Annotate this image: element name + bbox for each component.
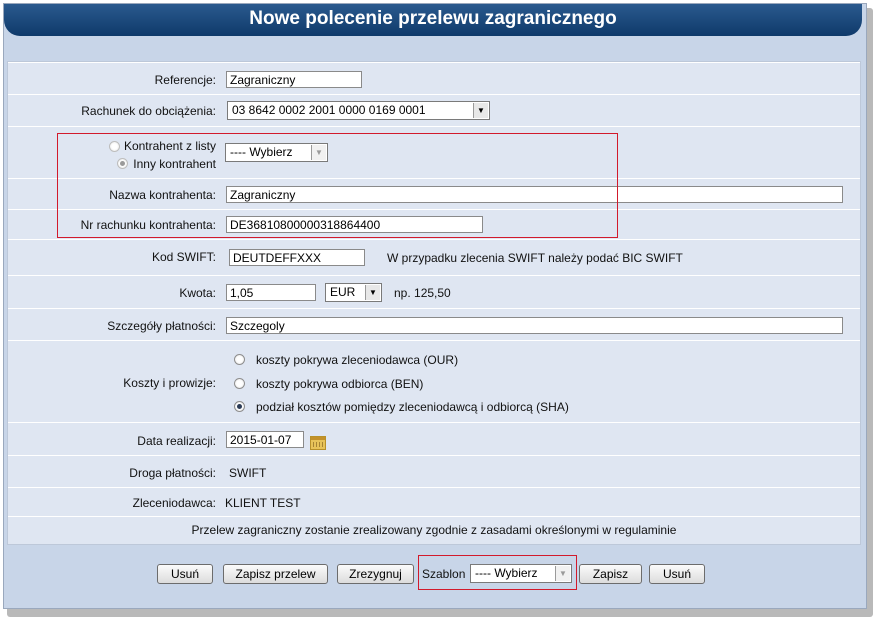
transfer-form-window: Nowe polecenie przelewu zagranicznego Re… <box>3 3 867 609</box>
rachunek-select-value: 03 8642 0002 2001 0000 0169 0001 <box>232 103 426 117</box>
rachunek-label: Rachunek do obciążenia: <box>81 104 216 118</box>
data-label: Data realizacji: <box>137 434 216 448</box>
row-szczegoly: Szczegóły płatności: Szczegoly <box>8 308 860 340</box>
kontrahent-select-value: ---- Wybierz <box>230 145 293 159</box>
droga-value: SWIFT <box>229 466 267 480</box>
title-bar: Nowe polecenie przelewu zagranicznego <box>4 4 862 36</box>
szczegoly-label: Szczegóły płatności: <box>107 319 216 333</box>
koszty-our-label: koszty pokrywa zleceniodawca (OUR) <box>256 353 459 367</box>
chevron-down-icon: ▼ <box>365 285 380 300</box>
calendar-icon[interactable] <box>310 436 326 450</box>
zapisz-button[interactable]: Zapisz <box>579 564 642 584</box>
nr-rachunku-input[interactable]: DE36810800000318864400 <box>226 216 483 233</box>
koszty-our-radio[interactable] <box>234 354 245 365</box>
data-input[interactable]: 2015-01-07 <box>226 431 304 448</box>
waluta-select[interactable]: EUR ▼ <box>325 283 382 302</box>
koszty-label: Koszty i prowizje: <box>123 376 216 390</box>
usun-button[interactable]: Usuń <box>157 564 213 584</box>
rachunek-select[interactable]: 03 8642 0002 2001 0000 0169 0001 ▼ <box>227 101 490 120</box>
szablon-label: Szablon <box>422 567 466 581</box>
row-nazwa: Nazwa kontrahenta: Zagraniczny <box>8 178 860 209</box>
szablon-select[interactable]: ---- Wybierz ▼ <box>470 564 572 583</box>
swift-input[interactable]: DEUTDEFFXXX <box>229 249 365 266</box>
zrezygnuj-button[interactable]: Zrezygnuj <box>337 564 414 584</box>
nazwa-input[interactable]: Zagraniczny <box>226 186 843 203</box>
regulamin-note: Przelew zagraniczny zostanie zrealizowan… <box>191 523 677 537</box>
usun-szablon-button[interactable]: Usuń <box>649 564 705 584</box>
referencje-label: Referencje: <box>154 73 216 87</box>
nazwa-label: Nazwa kontrahenta: <box>109 188 216 202</box>
zapisz-przelew-button[interactable]: Zapisz przelew <box>223 564 328 584</box>
kwota-label: Kwota: <box>179 286 216 300</box>
szczegoly-input[interactable]: Szczegoly <box>226 317 843 334</box>
row-swift: Kod SWIFT: DEUTDEFFXXX W przypadku zlece… <box>8 239 860 275</box>
row-zleceniodawca: Zleceniodawca: KLIENT TEST <box>8 487 860 516</box>
zleceniodawca-label: Zleceniodawca: <box>132 496 216 510</box>
zleceniodawca-value: KLIENT TEST <box>225 496 301 510</box>
koszty-sha-radio[interactable] <box>234 401 245 412</box>
chevron-down-icon: ▼ <box>311 145 326 160</box>
kontrahent-z-listy-label: Kontrahent z listy <box>123 139 216 153</box>
row-referencje: Referencje: Zagraniczny <box>8 62 860 94</box>
koszty-ben-label: koszty pokrywa odbiorca (BEN) <box>256 377 424 391</box>
chevron-down-icon: ▼ <box>473 103 488 118</box>
row-data: Data realizacji: 2015-01-07 <box>8 422 860 455</box>
row-droga: Droga płatności: SWIFT <box>8 455 860 487</box>
row-note: Przelew zagraniczny zostanie zrealizowan… <box>8 516 860 544</box>
kontrahent-select[interactable]: ---- Wybierz ▼ <box>225 143 328 162</box>
koszty-ben-radio[interactable] <box>234 378 245 389</box>
row-nr-rachunku: Nr rachunku kontrahenta: DE3681080000031… <box>8 209 860 239</box>
swift-label: Kod SWIFT: <box>151 250 216 264</box>
kwota-input[interactable]: 1,05 <box>226 284 316 301</box>
transfer-form: Referencje: Zagraniczny Rachunek do obci… <box>7 61 861 545</box>
referencje-input[interactable]: Zagraniczny <box>226 71 362 88</box>
inny-kontrahent-label: Inny kontrahent <box>133 157 216 171</box>
szablon-select-value: ---- Wybierz <box>475 566 538 580</box>
row-rachunek: Rachunek do obciążenia: 03 8642 0002 200… <box>8 94 860 126</box>
chevron-down-icon: ▼ <box>555 566 570 581</box>
nr-rachunku-label: Nr rachunku kontrahenta: <box>80 218 216 232</box>
row-kontrahent: Kontrahent z listy Inny kontrahent ---- … <box>8 126 860 178</box>
kwota-hint: np. 125,50 <box>394 286 451 300</box>
koszty-sha-label: podział kosztów pomiędzy zleceniodawcą i… <box>256 400 569 414</box>
page-title: Nowe polecenie przelewu zagranicznego <box>249 8 617 29</box>
waluta-select-value: EUR <box>330 285 356 299</box>
row-kwota: Kwota: 1,05 EUR ▼ np. 125,50 <box>8 275 860 308</box>
droga-label: Droga płatności: <box>129 466 216 480</box>
swift-hint: W przypadku zlecenia SWIFT należy podać … <box>387 251 683 265</box>
row-koszty: Koszty i prowizje: koszty pokrywa zlecen… <box>8 340 860 422</box>
